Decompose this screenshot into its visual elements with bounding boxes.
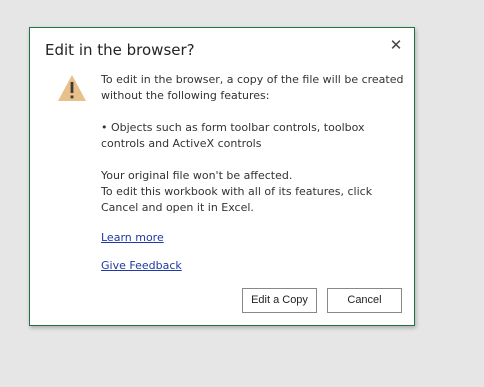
original-note: Your original file won't be affected. (101, 169, 293, 182)
learn-more-link[interactable]: Learn more (101, 230, 407, 246)
give-feedback-link[interactable]: Give Feedback (101, 258, 407, 274)
cancel-button[interactable]: Cancel (327, 288, 402, 313)
full-features-note: To edit this workbook with all of its fe… (101, 185, 373, 214)
dialog-title: Edit in the browser? (45, 41, 195, 59)
edit-in-browser-dialog: Edit in the browser? ✕ To edit in the br… (29, 27, 415, 326)
close-icon[interactable]: ✕ (387, 36, 405, 54)
warning-icon (58, 75, 86, 101)
message-intro: To edit in the browser, a copy of the fi… (101, 73, 404, 102)
dialog-body: To edit in the browser, a copy of the fi… (101, 72, 407, 274)
links: Learn more Give Feedback (101, 230, 407, 274)
edit-a-copy-button[interactable]: Edit a Copy (242, 288, 317, 313)
feature-item: • Objects such as form toolbar controls,… (101, 121, 365, 150)
